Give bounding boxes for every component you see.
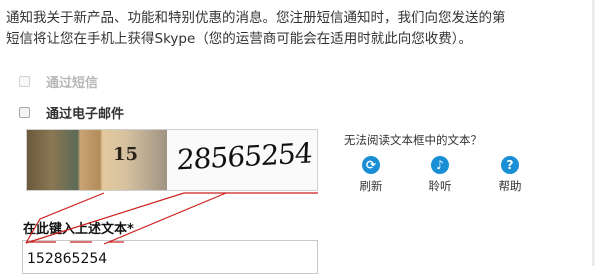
refresh-button[interactable]: ⟳ 刷新 [348,156,394,194]
listen-button[interactable]: ♪ 聆听 [417,156,463,194]
captcha-input[interactable] [22,240,318,274]
help-button[interactable]: ? 帮助 [487,156,533,194]
captcha-help-title: 无法阅读文本框中的文本？ [344,133,482,147]
speaker-icon: ♪ [431,156,449,174]
captcha-photo-number: 15 [113,144,139,165]
captcha-word: 28565254 [175,136,313,177]
question-icon: ? [501,156,519,174]
refresh-label: 刷新 [359,179,383,193]
captcha-image: 15 28565254 [26,129,318,191]
captcha-photo: 15 [27,130,167,190]
intro-line-2: 短信将让您在手机上获得Skype（您的运营商可能会在适用时就此向您收费）。 [6,31,473,47]
sms-checkbox [19,76,30,87]
email-checkbox[interactable] [19,107,30,118]
listen-label: 聆听 [428,179,452,193]
help-label: 帮助 [498,179,522,193]
intro-text: 通知我关于新产品、功能和特别优惠的消息。您注册短信通知时，我们向您发送的第 短信… [6,8,600,50]
intro-line-1: 通知我关于新产品、功能和特别优惠的消息。您注册短信通知时，我们向您发送的第 [6,10,506,26]
captcha-input-label: 在此键入上述文本* [23,222,134,237]
sms-option: 通过短信 [19,72,98,91]
email-option[interactable]: 通过电子邮件 [19,103,124,122]
refresh-icon: ⟳ [362,156,380,174]
sms-option-label: 通过短信 [46,76,99,91]
page-edge-divider [592,0,595,266]
email-option-label: 通过电子邮件 [46,107,125,122]
